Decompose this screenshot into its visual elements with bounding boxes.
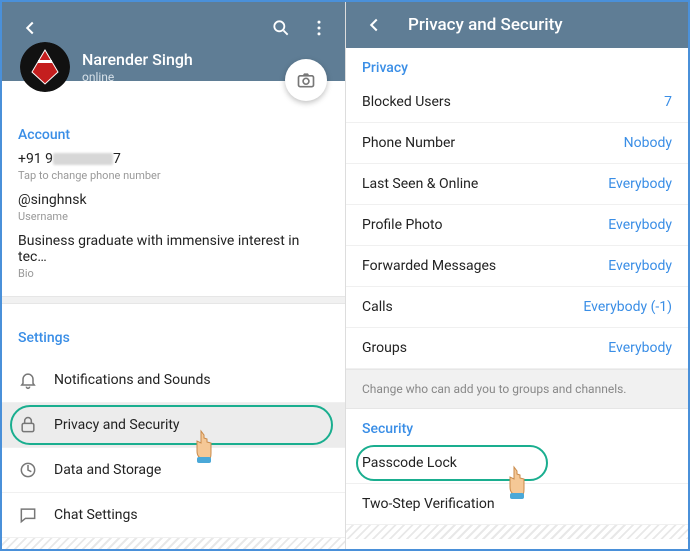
privacy-item-value: Everybody bbox=[608, 217, 672, 233]
security-item-two-step[interactable]: Two-Step Verification bbox=[346, 484, 688, 525]
settings-item-label: Privacy and Security bbox=[54, 417, 180, 433]
bell-icon bbox=[18, 370, 38, 390]
settings-item-label: Data and Storage bbox=[54, 462, 161, 478]
settings-item-notifications[interactable]: Notifications and Sounds bbox=[2, 358, 345, 403]
page-title: Privacy and Security bbox=[408, 15, 563, 35]
bio-row[interactable]: Business graduate with immensive interes… bbox=[18, 233, 329, 280]
account-header: Account bbox=[18, 127, 329, 143]
privacy-item-value: Everybody (-1) bbox=[583, 299, 672, 315]
username-row[interactable]: @singhnsk Username bbox=[18, 192, 329, 223]
security-item-passcode-lock[interactable]: Passcode Lock bbox=[346, 443, 688, 484]
privacy-item-label: Blocked Users bbox=[362, 94, 451, 110]
privacy-item-label: Calls bbox=[362, 299, 393, 315]
torn-edge bbox=[2, 538, 345, 549]
privacy-item-calls[interactable]: Calls Everybody (-1) bbox=[346, 287, 688, 328]
back-arrow-icon bbox=[19, 17, 41, 39]
settings-item-data-storage[interactable]: Data and Storage bbox=[2, 448, 345, 493]
privacy-item-blocked-users[interactable]: Blocked Users 7 bbox=[346, 82, 688, 123]
privacy-security-screen: Privacy and Security Privacy Blocked Use… bbox=[346, 2, 688, 549]
settings-screen: Narender Singh online Account +91 97 Tap… bbox=[2, 2, 346, 549]
more-vertical-icon bbox=[309, 18, 329, 38]
settings-item-privacy-security[interactable]: Privacy and Security bbox=[2, 403, 345, 448]
privacy-item-label: Phone Number bbox=[362, 135, 455, 151]
privacy-topbar: Privacy and Security bbox=[346, 2, 688, 48]
privacy-item-value: Nobody bbox=[624, 135, 672, 151]
privacy-item-value: Everybody bbox=[608, 340, 672, 356]
privacy-item-value: Everybody bbox=[608, 258, 672, 274]
settings-item-chat-settings[interactable]: Chat Settings bbox=[2, 493, 345, 538]
search-icon bbox=[271, 18, 291, 38]
settings-item-label: Notifications and Sounds bbox=[54, 372, 211, 388]
chat-icon bbox=[18, 505, 38, 525]
settings-topbar: Narender Singh online bbox=[2, 2, 345, 81]
privacy-note: Change who can add you to groups and cha… bbox=[346, 369, 688, 409]
data-icon bbox=[18, 460, 38, 480]
bio-subtext: Bio bbox=[18, 267, 329, 280]
username-value: @singhnsk bbox=[18, 192, 329, 208]
phone-row[interactable]: +91 97 Tap to change phone number bbox=[18, 151, 329, 182]
avatar[interactable] bbox=[20, 42, 70, 92]
security-item-label: Passcode Lock bbox=[362, 455, 457, 471]
security-item-label: Two-Step Verification bbox=[362, 496, 495, 512]
change-photo-button[interactable] bbox=[285, 59, 327, 101]
settings-header: Settings bbox=[2, 318, 345, 350]
profile-name: Narender Singh bbox=[82, 50, 193, 69]
privacy-item-label: Forwarded Messages bbox=[362, 258, 496, 274]
privacy-item-value: Everybody bbox=[608, 176, 672, 192]
phone-subtext: Tap to change phone number bbox=[18, 169, 329, 182]
bio-value: Business graduate with immensive interes… bbox=[18, 233, 329, 265]
camera-icon bbox=[296, 70, 316, 90]
phone-value: +91 97 bbox=[18, 151, 329, 167]
security-list: Passcode Lock Two-Step Verification bbox=[346, 443, 688, 525]
privacy-item-label: Groups bbox=[362, 340, 407, 356]
section-divider bbox=[2, 296, 345, 304]
privacy-list: Blocked Users 7 Phone Number Nobody Last S… bbox=[346, 82, 688, 369]
privacy-item-groups[interactable]: Groups Everybody bbox=[346, 328, 688, 369]
privacy-item-phone-number[interactable]: Phone Number Nobody bbox=[346, 123, 688, 164]
back-arrow-icon bbox=[363, 14, 385, 36]
username-subtext: Username bbox=[18, 210, 329, 223]
lock-icon bbox=[18, 415, 38, 435]
back-button[interactable] bbox=[358, 9, 390, 41]
privacy-item-value: 7 bbox=[664, 94, 672, 110]
settings-item-label: Chat Settings bbox=[54, 507, 138, 523]
privacy-header: Privacy bbox=[346, 48, 688, 82]
account-section: Account +91 97 Tap to change phone numbe… bbox=[2, 101, 345, 296]
torn-edge bbox=[346, 525, 688, 539]
security-header: Security bbox=[346, 409, 688, 443]
profile-status: online bbox=[82, 70, 193, 84]
privacy-item-label: Profile Photo bbox=[362, 217, 442, 233]
settings-list: Notifications and Sounds Privacy and Sec… bbox=[2, 358, 345, 538]
privacy-item-last-seen[interactable]: Last Seen & Online Everybody bbox=[346, 164, 688, 205]
privacy-item-label: Last Seen & Online bbox=[362, 176, 478, 192]
privacy-item-forwarded[interactable]: Forwarded Messages Everybody bbox=[346, 246, 688, 287]
privacy-item-profile-photo[interactable]: Profile Photo Everybody bbox=[346, 205, 688, 246]
